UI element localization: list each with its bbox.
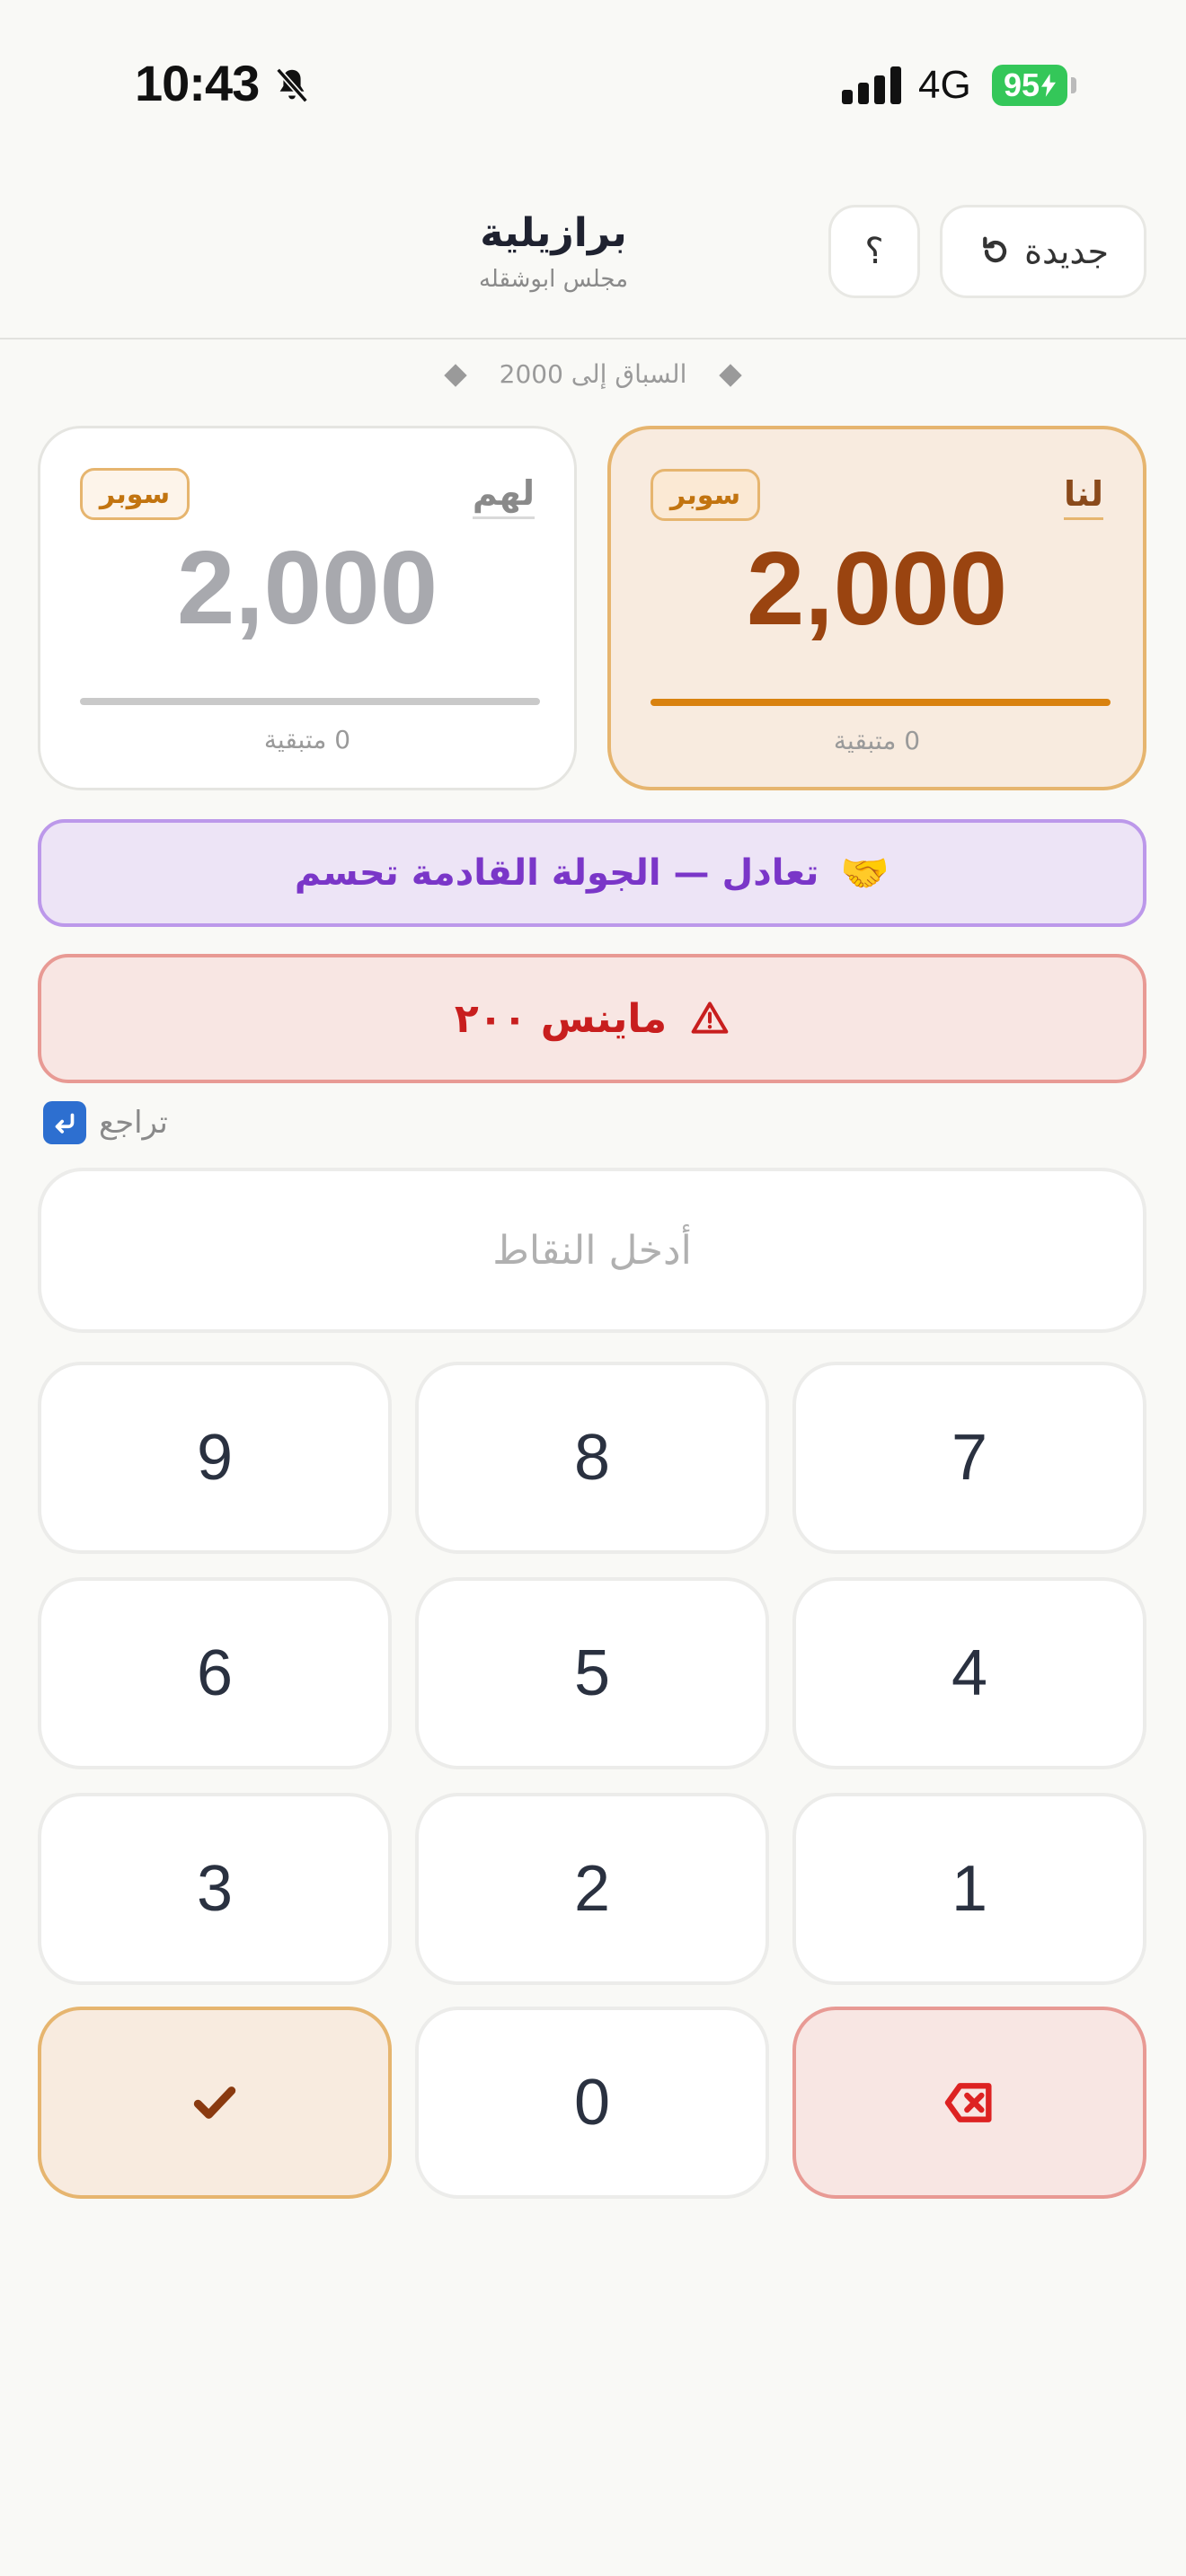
status-bar: 10:43 4G 95	[0, 0, 1186, 171]
progress-bar-them	[80, 698, 540, 705]
new-game-button[interactable]: جديدة	[940, 205, 1146, 298]
undo-label: تراجع	[99, 1105, 168, 1141]
diamond-icon	[443, 364, 467, 387]
backspace-button[interactable]	[792, 2007, 1146, 2199]
app-screen: 10:43 4G 95 جديدة ؟ برازيلية مجلس ابوشقل…	[0, 0, 1186, 2576]
super-badge-them: سوبر	[80, 468, 190, 520]
race-target-label: السباق إلى 2000	[499, 359, 687, 389]
key-3[interactable]: 3	[38, 1793, 392, 1985]
score-card-us[interactable]: لنا سوبر 2,000 0 متبقية	[607, 426, 1146, 790]
key-1[interactable]: 1	[792, 1793, 1146, 1985]
key-8[interactable]: 8	[415, 1362, 769, 1554]
progress-bar-us	[651, 699, 1111, 706]
page-subtitle: مجلس ابوشقله	[478, 266, 629, 293]
super-badge-us: سوبر	[651, 469, 760, 521]
battery-indicator: 95	[992, 65, 1067, 106]
score-them: 2,000	[176, 529, 438, 646]
key-4[interactable]: 4	[792, 1577, 1146, 1769]
key-5[interactable]: 5	[415, 1577, 769, 1769]
key-7[interactable]: 7	[792, 1362, 1146, 1554]
handshake-icon: 🤝	[840, 851, 890, 896]
key-0[interactable]: 0	[415, 2007, 769, 2199]
backspace-icon	[944, 2083, 992, 2122]
page-title: برازيلية	[480, 210, 627, 256]
help-button[interactable]: ؟	[828, 205, 920, 298]
key-6[interactable]: 6	[38, 1577, 392, 1769]
score-card-them[interactable]: لهم سوبر 2,000 0 متبقية	[38, 426, 577, 790]
refresh-icon	[983, 236, 1007, 263]
network-type: 4G	[918, 63, 971, 107]
team-label-them: لهم	[472, 473, 535, 519]
diamond-icon	[719, 364, 743, 387]
remaining-them: 0 متبقية	[263, 725, 351, 754]
checkmark-icon	[193, 2086, 236, 2119]
confirm-button[interactable]	[38, 2007, 392, 2199]
undo-button[interactable]: تراجع	[43, 1098, 168, 1148]
race-target: السباق إلى 2000	[0, 359, 1186, 389]
key-2[interactable]: 2	[415, 1793, 769, 1985]
score-us: 2,000	[746, 530, 1008, 647]
minus-banner-text: ماينس ٢٠٠	[454, 995, 668, 1042]
battery-level: 95	[1003, 66, 1040, 103]
charging-bolt-icon	[1041, 74, 1057, 97]
tie-banner: تعادل — الجولة القادمة تحسم 🤝	[38, 819, 1146, 927]
remaining-us: 0 متبقية	[833, 726, 921, 755]
key-9[interactable]: 9	[38, 1362, 392, 1554]
minus-banner[interactable]: ماينس ٢٠٠	[38, 954, 1146, 1083]
bell-slash-icon	[276, 67, 308, 103]
new-game-label: جديدة	[1024, 232, 1109, 271]
undo-arrow-icon	[43, 1101, 86, 1144]
tie-banner-text: تعادل — الجولة القادمة تحسم	[294, 852, 819, 894]
status-time: 10:43	[135, 55, 260, 111]
signal-icon	[842, 66, 901, 104]
warning-icon	[691, 1001, 729, 1034]
points-input[interactable]: أدخل النقاط	[38, 1168, 1146, 1333]
header: جديدة ؟ برازيلية مجلس ابوشقله	[0, 171, 1186, 340]
team-label-us: لنا	[1063, 474, 1103, 520]
battery-tip	[1071, 77, 1076, 93]
